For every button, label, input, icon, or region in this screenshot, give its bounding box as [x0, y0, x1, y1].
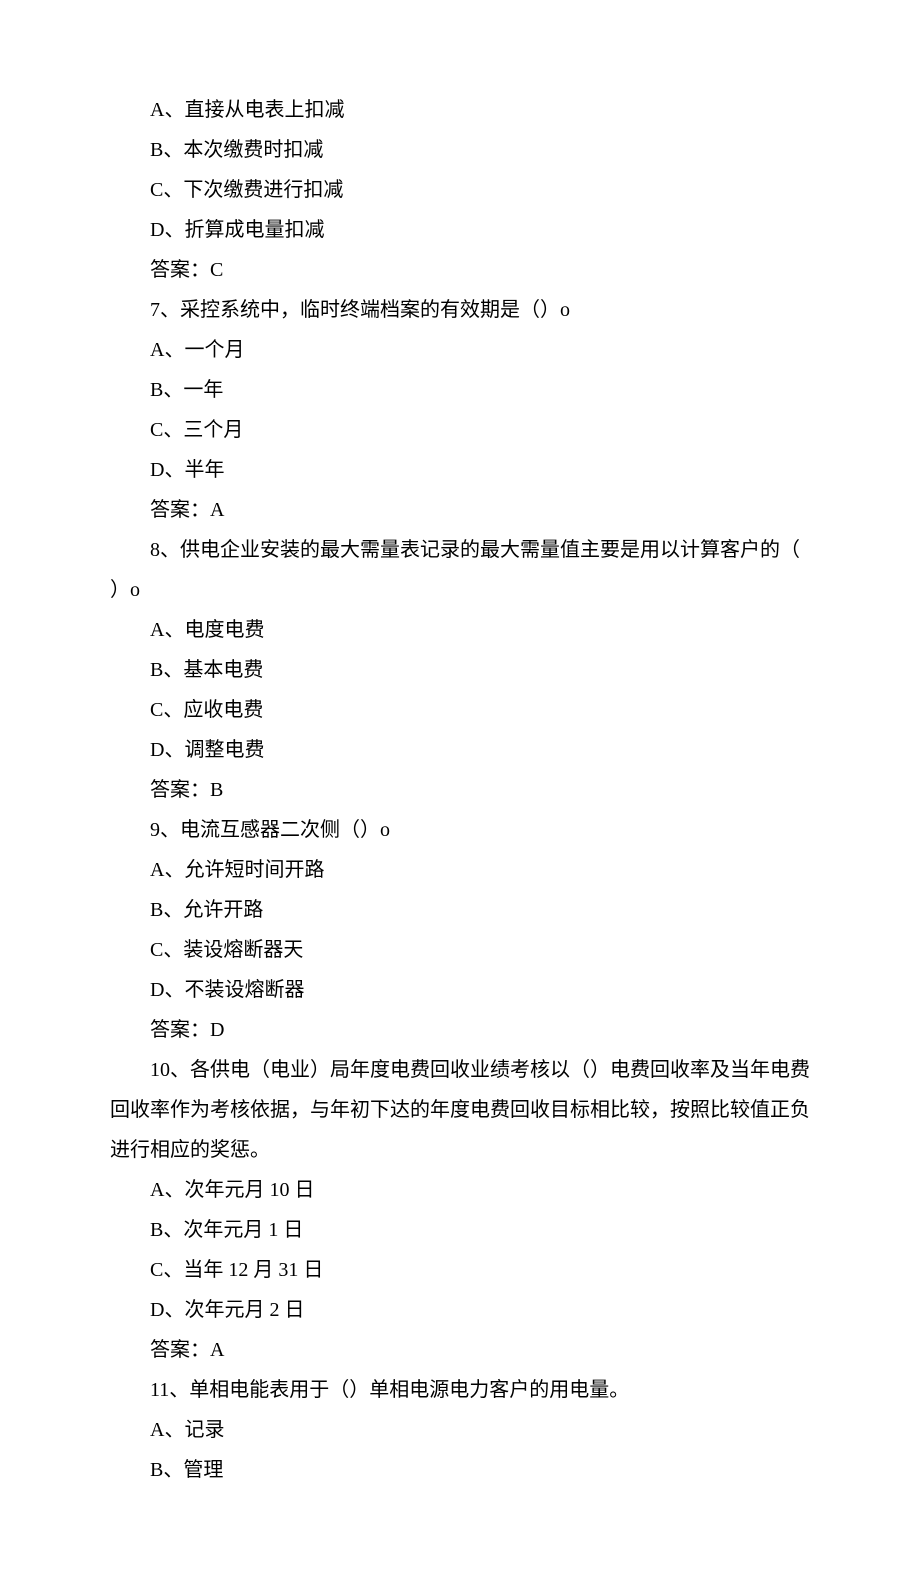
text-line: B、基本电费 [110, 650, 810, 690]
text-line: B、管理 [110, 1450, 810, 1490]
text-line: 答案：C [110, 250, 810, 290]
text-line: 7、采控系统中，临时终端档案的有效期是（）o [110, 290, 810, 330]
text-line: C、下次缴费进行扣减 [110, 170, 810, 210]
text-line: C、应收电费 [110, 690, 810, 730]
text-line: 答案：A [110, 1330, 810, 1370]
text-line: C、三个月 [110, 410, 810, 450]
text-line: B、次年元月 1 日 [110, 1210, 810, 1250]
text-line: A、允许短时间开路 [110, 850, 810, 890]
text-line: 8、供电企业安装的最大需量表记录的最大需量值主要是用以计算客户的（ [110, 530, 810, 570]
text-line: A、一个月 [110, 330, 810, 370]
text-line: 10、各供电（电业）局年度电费回收业绩考核以（）电费回收率及当年电费 [110, 1050, 810, 1090]
text-line: D、次年元月 2 日 [110, 1290, 810, 1330]
text-line: C、装设熔断器天 [110, 930, 810, 970]
text-line: 答案：A [110, 490, 810, 530]
text-line: A、直接从电表上扣减 [110, 90, 810, 130]
text-line: 11、单相电能表用于（）单相电源电力客户的用电量。 [110, 1370, 810, 1410]
text-line: ）o [110, 570, 810, 610]
text-line: A、记录 [110, 1410, 810, 1450]
text-line: D、调整电费 [110, 730, 810, 770]
text-line: C、当年 12 月 31 日 [110, 1250, 810, 1290]
text-line: 回收率作为考核依据，与年初下达的年度电费回收目标相比较，按照比较值正负 [110, 1090, 810, 1130]
text-line: B、允许开路 [110, 890, 810, 930]
text-line: 进行相应的奖惩。 [110, 1130, 810, 1170]
text-line: B、一年 [110, 370, 810, 410]
text-line: 9、电流互感器二次侧（）o [110, 810, 810, 850]
text-line: A、次年元月 10 日 [110, 1170, 810, 1210]
text-line: 答案：D [110, 1010, 810, 1050]
text-line: B、本次缴费时扣减 [110, 130, 810, 170]
text-line: D、不装设熔断器 [110, 970, 810, 1010]
text-line: D、折算成电量扣减 [110, 210, 810, 250]
text-line: D、半年 [110, 450, 810, 490]
document-page: A、直接从电表上扣减B、本次缴费时扣减C、下次缴费进行扣减D、折算成电量扣减答案… [0, 0, 920, 1580]
text-line: A、电度电费 [110, 610, 810, 650]
text-line: 答案：B [110, 770, 810, 810]
